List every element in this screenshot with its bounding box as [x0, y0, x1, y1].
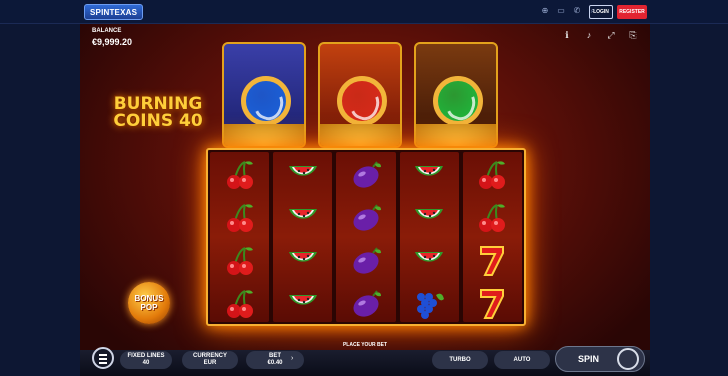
red-coin-panel: [318, 42, 402, 148]
green-coin-panel: [414, 42, 498, 148]
game-logo-line2: COINS 40: [113, 111, 203, 131]
turbo-button[interactable]: TURBO: [432, 351, 488, 369]
reel-5: [462, 152, 523, 322]
bonus-pop-badge: BONUS POP: [128, 282, 170, 324]
register-button[interactable]: REGISTER: [617, 5, 647, 19]
watermelon-icon: [286, 158, 320, 192]
reel-4: [399, 152, 459, 322]
balance-value: €9,999.20: [92, 37, 133, 47]
reel-1: [210, 152, 270, 322]
watermelon-icon: [286, 287, 320, 321]
seven-icon: [475, 287, 509, 321]
bonus-line2: POP: [140, 303, 158, 312]
cherry-icon: [223, 201, 257, 235]
seven-icon: [475, 244, 509, 278]
watermelon-icon: [412, 158, 446, 192]
spin-icon[interactable]: [617, 348, 639, 370]
chat-icon[interactable]: ▭: [556, 6, 566, 16]
bet-increase-icon[interactable]: ›: [291, 355, 293, 362]
fixed-lines-value: 40: [142, 360, 150, 366]
game-window: BALANCE €9,999.20 ℹ ♪ ⤢ ⎘ BURNING COINS …: [80, 24, 650, 376]
cherry-icon: [223, 158, 257, 192]
auto-button[interactable]: AUTO: [494, 351, 550, 369]
blue-coin-icon: [241, 76, 291, 126]
watermelon-icon: [412, 201, 446, 235]
green-coin-icon: [433, 76, 483, 126]
balance-label: BALANCE: [92, 28, 122, 34]
site-header: SPINTEXAS ⊕ ▭ ✆ ⌕ LOGIN REGISTER: [0, 0, 728, 24]
turbo-label: TURBO: [449, 357, 471, 363]
plum-icon: [349, 201, 383, 235]
cherry-icon: [475, 201, 509, 235]
watermelon-icon: [412, 244, 446, 278]
watermelon-icon: [286, 244, 320, 278]
menu-button[interactable]: [92, 347, 114, 369]
site-logo[interactable]: SPINTEXAS: [84, 4, 144, 20]
bet-selector[interactable]: BET €0.40: [246, 351, 304, 369]
currency-value: EUR: [203, 360, 217, 366]
exit-icon[interactable]: ⎘: [628, 30, 638, 41]
language-icon[interactable]: ⊕: [540, 6, 550, 16]
reel-grid: [206, 148, 526, 326]
auto-label: AUTO: [513, 357, 531, 363]
currency-label: CURRENCY: [192, 353, 227, 359]
plum-icon: [349, 287, 383, 321]
control-bar: PLACE YOUR BET FIXED LINES 40 CURRENCY E…: [80, 342, 650, 376]
watermelon-icon: [286, 201, 320, 235]
cherry-icon: [223, 244, 257, 278]
fixed-lines-display: FIXED LINES 40: [120, 351, 172, 369]
bonus-line1: BONUS: [134, 294, 164, 303]
cherry-icon: [223, 287, 257, 321]
fixed-lines-label: FIXED LINES: [127, 353, 165, 359]
cherry-icon: [475, 158, 509, 192]
red-coin-icon: [337, 76, 387, 126]
game-logo: BURNING COINS 40: [108, 96, 208, 130]
phone-icon[interactable]: ✆: [572, 6, 582, 16]
reel-2: [273, 152, 333, 322]
blue-coin-panel: [222, 42, 306, 148]
fullscreen-icon[interactable]: ⤢: [606, 30, 616, 41]
grapes-icon: [412, 287, 446, 321]
spin-label: SPIN: [578, 354, 600, 364]
plum-icon: [349, 158, 383, 192]
bet-label: BET: [269, 353, 281, 359]
info-icon[interactable]: ℹ: [562, 30, 572, 41]
login-button[interactable]: LOGIN: [589, 5, 613, 19]
bet-value: €0.40: [267, 360, 283, 366]
plum-icon: [349, 244, 383, 278]
reel-3: [336, 152, 396, 322]
sound-icon[interactable]: ♪: [584, 30, 594, 41]
currency-display: CURRENCY EUR: [182, 351, 238, 369]
